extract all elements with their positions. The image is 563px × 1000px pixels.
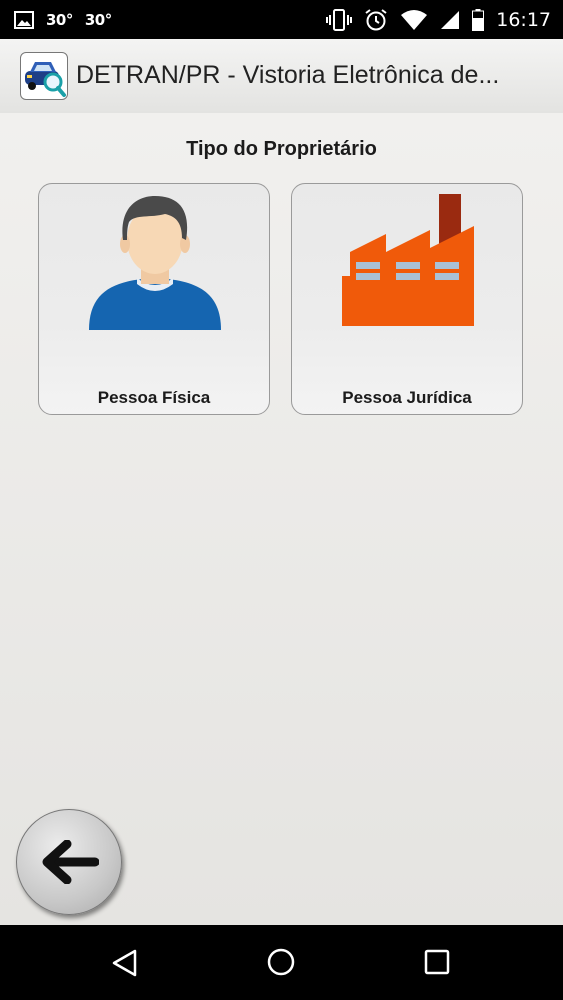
system-nav-bar bbox=[0, 925, 563, 1000]
wifi-icon bbox=[401, 9, 428, 30]
clock: 16:17 bbox=[496, 8, 551, 31]
app-bar: DETRAN/PR - Vistoria Eletrônica de... bbox=[0, 39, 563, 113]
alarm-icon bbox=[365, 8, 387, 30]
battery-icon bbox=[472, 8, 485, 31]
option-pessoa-fisica[interactable]: Pessoa Física bbox=[38, 183, 270, 415]
main-content: Tipo do Proprietário Pessoa Física Pesso… bbox=[0, 113, 563, 925]
vibrate-icon bbox=[326, 8, 353, 31]
temperature-reading-secondary: 30° bbox=[84, 10, 112, 29]
image-icon bbox=[14, 10, 34, 29]
arrow-left-icon bbox=[42, 840, 99, 884]
factory-icon bbox=[342, 194, 474, 326]
option-pessoa-juridica[interactable]: Pessoa Jurídica bbox=[291, 183, 523, 415]
recents-square-icon[interactable] bbox=[424, 949, 450, 975]
car-search-logo-icon[interactable] bbox=[20, 52, 68, 100]
back-triangle-icon[interactable] bbox=[110, 948, 140, 978]
signal-icon bbox=[441, 10, 460, 29]
app-title: DETRAN/PR - Vistoria Eletrônica de... bbox=[76, 61, 500, 89]
status-bar: 30° 30° 16:17 bbox=[0, 0, 563, 39]
option-label: Pessoa Física bbox=[97, 388, 211, 407]
back-button[interactable] bbox=[16, 809, 122, 915]
temperature-reading: 30° bbox=[46, 10, 73, 29]
option-label: Pessoa Jurídica bbox=[342, 388, 472, 407]
page-title: Tipo do Proprietário bbox=[186, 138, 377, 160]
home-circle-icon[interactable] bbox=[266, 947, 296, 977]
person-icon bbox=[89, 196, 221, 330]
